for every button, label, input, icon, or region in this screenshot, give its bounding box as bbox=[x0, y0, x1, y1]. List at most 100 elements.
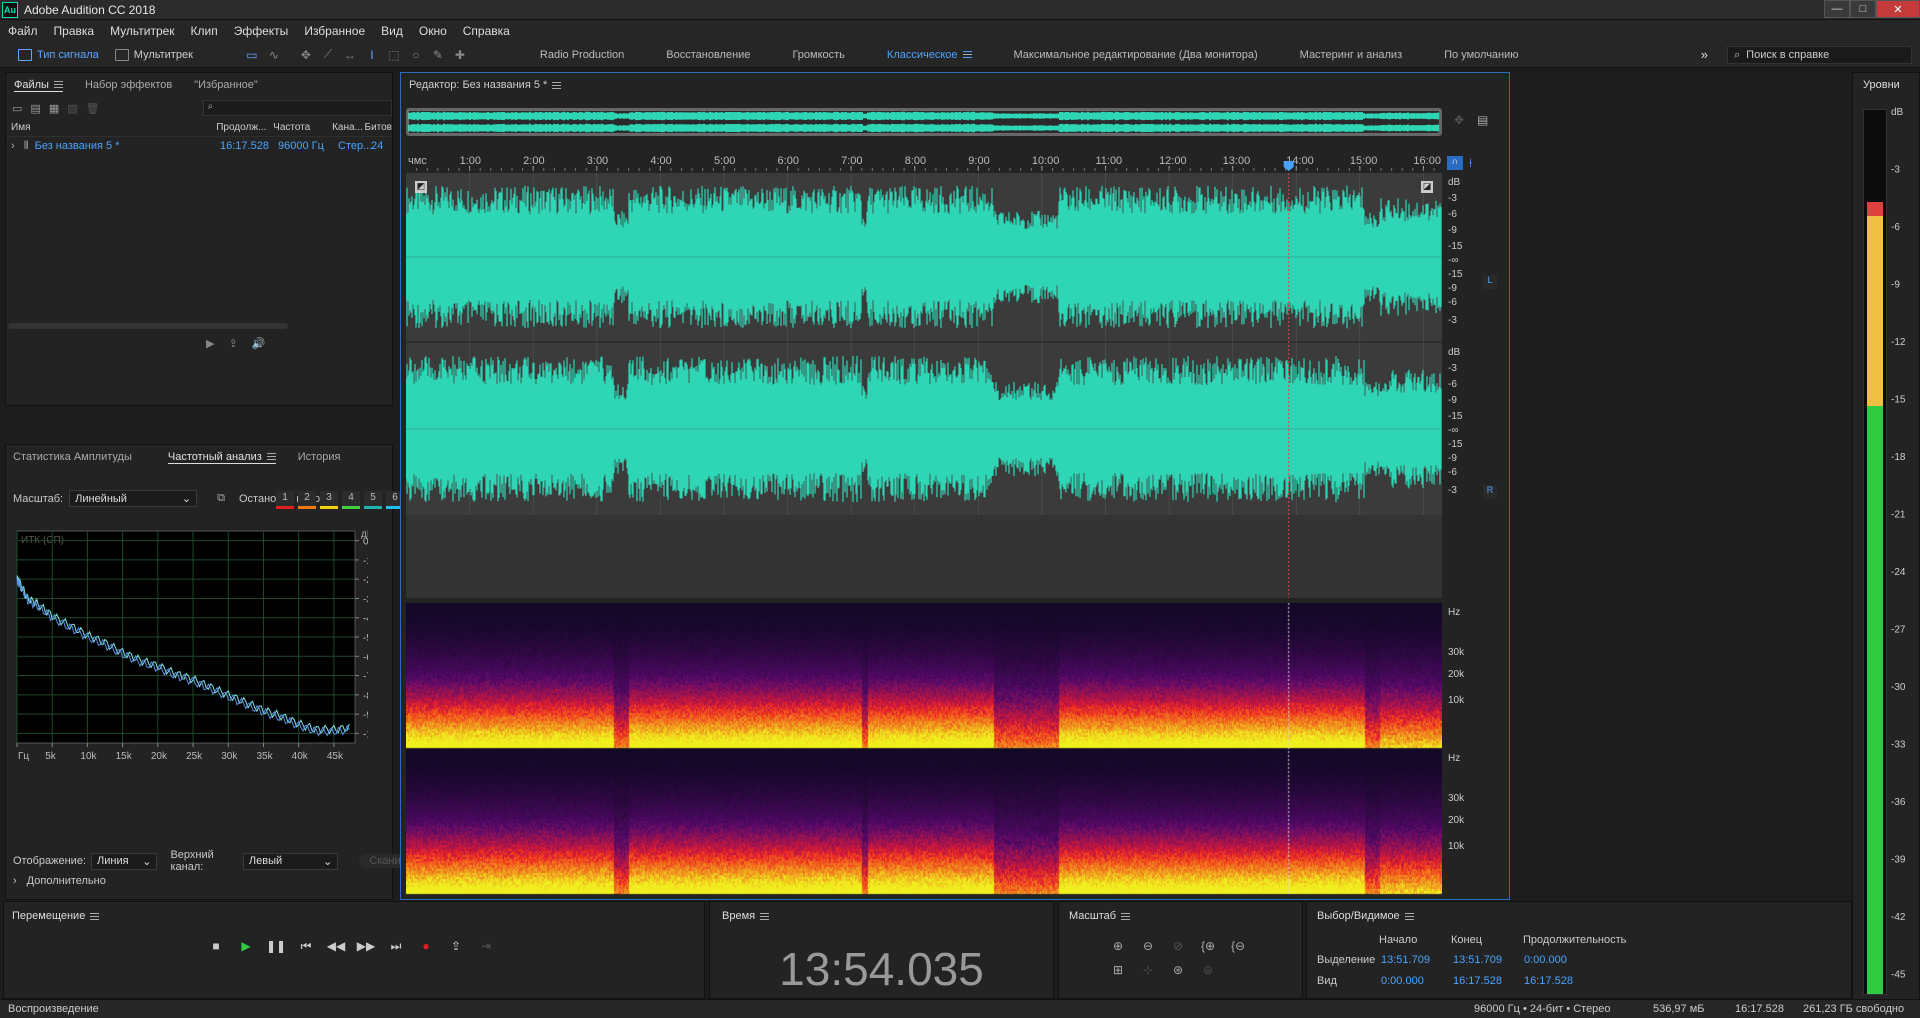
workspace-classic[interactable]: Классическое bbox=[866, 49, 993, 61]
marker-icon[interactable]: ⍿ bbox=[1469, 156, 1472, 171]
freeze-slot-2[interactable]: 2 bbox=[298, 491, 316, 509]
view-duration[interactable]: 16:17.528 bbox=[1524, 975, 1573, 987]
zoom-in-amplitude-button[interactable]: ⊕ bbox=[1107, 936, 1129, 956]
delete-icon[interactable]: 🗑 bbox=[86, 102, 100, 115]
maximize-button[interactable]: □ bbox=[1850, 0, 1876, 18]
fade-out-handle[interactable]: ◪ bbox=[1421, 181, 1433, 193]
menu-file[interactable]: Файл bbox=[0, 24, 46, 38]
pitch-display-tool[interactable]: ∿ bbox=[263, 46, 285, 64]
col-rate[interactable]: Частота bbox=[273, 122, 332, 133]
panel-layout-icon[interactable]: ▤ bbox=[1477, 113, 1488, 127]
razor-tool[interactable]: ⟋ bbox=[317, 46, 339, 64]
tab-favorites[interactable]: "Избранное" bbox=[194, 79, 258, 91]
time-selection-tool[interactable]: I bbox=[361, 46, 383, 64]
menu-window[interactable]: Окно bbox=[411, 24, 455, 38]
col-bits[interactable]: Битов bbox=[365, 122, 393, 133]
horizontal-scrollbar[interactable] bbox=[8, 323, 288, 329]
workspace-loudness[interactable]: Громкость bbox=[771, 49, 865, 61]
loop-preview-icon[interactable]: ⇪ bbox=[228, 337, 237, 350]
zoom-in-point-button[interactable]: ⊹ bbox=[1137, 960, 1159, 980]
time-display[interactable]: 13:54.035 bbox=[710, 942, 1053, 996]
scale-select[interactable]: Линейный ⌄ bbox=[69, 490, 198, 507]
tab-history[interactable]: История bbox=[298, 451, 341, 463]
zoom-out-point-button[interactable]: ⊜ bbox=[1197, 960, 1219, 980]
col-name[interactable]: Имя bbox=[6, 122, 216, 133]
freeze-slot-3[interactable]: 3 bbox=[320, 491, 338, 509]
selection-start[interactable]: 13:51.709 bbox=[1381, 954, 1430, 966]
zoom-in-time-button[interactable]: {⊕ bbox=[1197, 936, 1219, 956]
spectral-display-tool[interactable]: ▭ bbox=[241, 46, 263, 64]
menu-edit[interactable]: Правка bbox=[46, 24, 103, 38]
freeze-slot-5[interactable]: 5 bbox=[364, 491, 382, 509]
tab-frequency-analysis[interactable]: Частотный анализ bbox=[167, 451, 276, 464]
channel-select[interactable]: Левый ⌄ bbox=[242, 852, 339, 870]
col-channels[interactable]: Кана... bbox=[332, 122, 364, 133]
display-select[interactable]: Линия ⌄ bbox=[91, 852, 158, 870]
menu-help[interactable]: Справка bbox=[455, 24, 518, 38]
record-button[interactable]: ● bbox=[416, 936, 436, 956]
files-search-input[interactable]: ⌕ bbox=[202, 100, 392, 116]
workspace-default[interactable]: По умолчанию bbox=[1423, 49, 1539, 61]
menu-multitrack[interactable]: Мультитрек bbox=[102, 24, 182, 38]
new-file-icon[interactable]: ▦ bbox=[49, 102, 59, 115]
waveform-display[interactable] bbox=[406, 173, 1442, 598]
pause-button[interactable]: ❚❚ bbox=[266, 936, 286, 956]
stop-button[interactable]: ■ bbox=[206, 936, 226, 956]
move-tool[interactable]: ✥ bbox=[295, 46, 317, 64]
fade-in-handle[interactable]: ◩ bbox=[415, 181, 427, 193]
spectral-display[interactable] bbox=[406, 603, 1442, 895]
overview-bar[interactable] bbox=[406, 108, 1442, 136]
previous-button[interactable]: ⏮ bbox=[296, 936, 316, 956]
channel-left-toggle[interactable]: L bbox=[1483, 275, 1497, 289]
view-end[interactable]: 16:17.528 bbox=[1453, 975, 1502, 987]
brush-tool[interactable]: ✎ bbox=[427, 46, 449, 64]
import-file-icon[interactable]: ▤ bbox=[30, 102, 40, 115]
zoom-out-time-button[interactable]: {⊖ bbox=[1227, 936, 1249, 956]
workspace-radio[interactable]: Radio Production bbox=[519, 49, 645, 61]
insert-icon[interactable]: ▧ bbox=[67, 102, 77, 115]
tab-files[interactable]: Файлы bbox=[14, 79, 63, 92]
next-button[interactable]: ⏭ bbox=[386, 936, 406, 956]
waveform-view-button[interactable]: Тип сигнала bbox=[10, 45, 107, 65]
autoplay-icon[interactable]: 🔊 bbox=[252, 337, 266, 350]
skip-selection-button[interactable]: ⇥ bbox=[476, 936, 496, 956]
menu-view[interactable]: Вид bbox=[373, 24, 411, 38]
menu-favorites[interactable]: Избранное bbox=[296, 24, 373, 38]
more-workspaces-button[interactable]: » bbox=[1701, 47, 1708, 62]
table-row[interactable]: › ⫴ Без названия 5 * 16:17.528 96000 Гц … bbox=[6, 137, 392, 155]
expand-icon[interactable]: › bbox=[11, 140, 15, 152]
workspace-max-edit[interactable]: Максимальное редактирование (Два монитор… bbox=[993, 49, 1279, 61]
snap-icon[interactable]: ∩ bbox=[1447, 156, 1463, 170]
view-start[interactable]: 0:00.000 bbox=[1381, 975, 1424, 987]
play-preview-icon[interactable]: ▶ bbox=[206, 337, 214, 350]
selection-end[interactable]: 13:51.709 bbox=[1453, 954, 1502, 966]
menu-effects[interactable]: Эффекты bbox=[226, 24, 297, 38]
open-file-icon[interactable]: ▭ bbox=[12, 102, 22, 115]
spot-heal-tool[interactable]: ✚ bbox=[449, 46, 471, 64]
lasso-tool[interactable]: ○ bbox=[405, 46, 427, 64]
freeze-slot-1[interactable]: 1 bbox=[276, 491, 294, 509]
slip-tool[interactable]: ↔ bbox=[339, 46, 361, 64]
minimize-button[interactable]: — bbox=[1824, 0, 1850, 18]
col-duration[interactable]: Продолж... bbox=[216, 122, 273, 133]
rewind-button[interactable]: ◀◀ bbox=[326, 936, 346, 956]
time-ruler[interactable]: чмс 1:00 2:00 3:00 4:00 5:00 6:00 7:00 8:00 9:00 1… bbox=[406, 153, 1442, 171]
loop-button[interactable]: ⇪ bbox=[446, 936, 466, 956]
editor-title[interactable]: Редактор: Без названия 5 * bbox=[409, 79, 562, 91]
workspace-mastering[interactable]: Мастеринг и анализ bbox=[1279, 49, 1423, 61]
workspace-restore[interactable]: Восстановление bbox=[645, 49, 771, 61]
close-button[interactable]: ✕ bbox=[1876, 0, 1920, 18]
snapshot-icon[interactable]: ⧉ bbox=[217, 492, 225, 505]
zoom-out-full-button[interactable]: ⊛ bbox=[1167, 960, 1189, 980]
zoom-reset-button[interactable]: ⊘ bbox=[1167, 936, 1189, 956]
tab-amplitude-stats[interactable]: Статистика Амплитуды bbox=[13, 451, 132, 463]
tab-effects-rack[interactable]: Набор эффектов bbox=[85, 79, 172, 91]
play-button[interactable]: ▶ bbox=[236, 936, 256, 956]
freeze-slot-4[interactable]: 4 bbox=[342, 491, 360, 509]
multitrack-view-button[interactable]: Мультитрек bbox=[107, 45, 201, 65]
channel-right-toggle[interactable]: R bbox=[1483, 485, 1497, 499]
menu-clip[interactable]: Клип bbox=[183, 24, 226, 38]
zoom-selection-button[interactable]: ⊞ bbox=[1107, 960, 1129, 980]
zoom-fit-icon[interactable]: ✥ bbox=[1454, 113, 1464, 127]
advanced-toggle[interactable]: › Дополнительно bbox=[13, 875, 106, 887]
